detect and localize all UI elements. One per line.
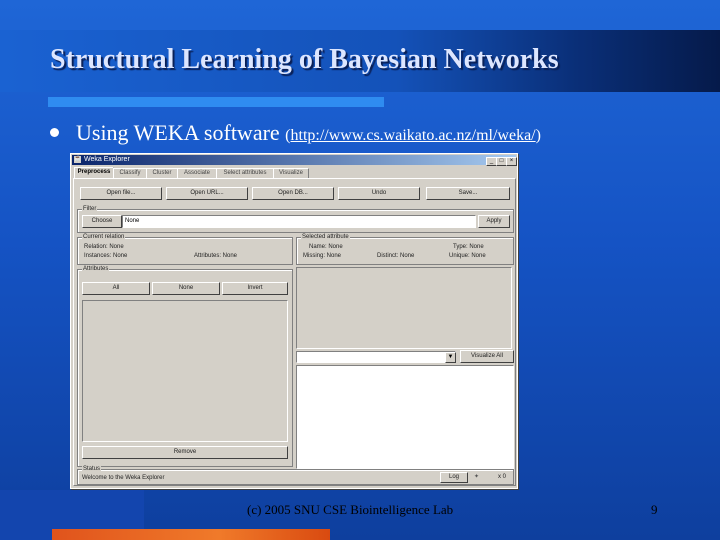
attributes-label: Attributes (82, 266, 110, 273)
open-file-button[interactable]: Open file... (80, 187, 162, 200)
histogram-area (296, 365, 514, 469)
tab-visualize[interactable]: Visualize (273, 168, 309, 178)
choose-button[interactable]: Choose (82, 215, 122, 228)
filter-label: Filter (82, 206, 98, 213)
log-button[interactable]: Log (440, 472, 468, 483)
attr-distinct-text: Distinct: None (377, 253, 415, 259)
attr-missing-text: Missing: None (303, 253, 342, 259)
bullet-dot (50, 128, 59, 137)
tab-preprocess[interactable]: Preprocess (74, 167, 114, 178)
weka-explorer-window: ☕ Weka Explorer _ □ × Preprocess Classif… (70, 153, 518, 489)
close-icon[interactable]: × (506, 157, 517, 166)
none-button[interactable]: None (152, 282, 220, 295)
instances-text: Instances: None (84, 253, 128, 259)
class-dropdown[interactable]: ▼ (296, 351, 456, 363)
attributes-count-text: Attributes: None (194, 253, 238, 259)
attr-name-text: Name: None (309, 244, 343, 250)
preprocess-panel: Open file... Open URL... Open DB... Undo… (73, 178, 516, 486)
footer-text: (c) 2005 SNU CSE Biointelligence Lab (247, 502, 454, 517)
chevron-down-icon[interactable]: ▼ (445, 352, 456, 363)
apply-button[interactable]: Apply (478, 215, 510, 228)
attribute-list[interactable] (82, 300, 288, 442)
bullet-line: Using WEKA software (http://www.cs.waika… (76, 120, 541, 146)
selected-attribute-group: Selected attribute Name: None Type: None… (296, 234, 514, 265)
open-url-button[interactable]: Open URL... (166, 187, 248, 200)
undo-button[interactable]: Undo (338, 187, 420, 200)
tab-cluster[interactable]: Cluster (146, 168, 178, 178)
attribute-stats-area (296, 267, 512, 349)
filter-group: Filter Choose None Apply (77, 206, 514, 233)
all-button[interactable]: All (82, 282, 150, 295)
tab-classify[interactable]: Classify (113, 168, 147, 178)
status-group: Status Welcome to the Weka Explorer Log … (77, 466, 514, 485)
tab-select-attributes[interactable]: Select attributes (216, 168, 274, 178)
save-button[interactable]: Save... (426, 187, 510, 200)
status-message: Welcome to the Weka Explorer (82, 475, 165, 481)
remove-button[interactable]: Remove (82, 446, 288, 459)
relation-text: Relation: None (84, 244, 124, 250)
page-number: 9 (651, 502, 658, 517)
footer-accent-bar (52, 529, 330, 540)
bird-icon: ✦ (474, 474, 480, 480)
tab-associate[interactable]: Associate (177, 168, 217, 178)
open-db-button[interactable]: Open DB... (252, 187, 334, 200)
java-icon: ☕ (74, 156, 82, 163)
current-relation-group: Current relation Relation: None Instance… (77, 234, 293, 265)
window-titlebar: ☕ Weka Explorer _ □ × (72, 155, 517, 166)
slide-title: Structural Learning of Bayesian Networks (50, 44, 559, 75)
status-count: x 0 (498, 474, 507, 480)
bullet-text: Using WEKA software (76, 120, 280, 145)
attributes-group: Attributes All None Invert Remove (77, 266, 293, 467)
attr-unique-text: Unique: None (449, 253, 486, 259)
title-underline (48, 97, 384, 107)
attr-type-text: Type: None (453, 244, 484, 250)
selected-attribute-label: Selected attribute (301, 234, 350, 241)
current-relation-label: Current relation (82, 234, 126, 241)
weka-link[interactable]: http://www.cs.waikato.ac.nz/ml/weka/ (291, 127, 536, 144)
visualize-all-button[interactable]: Visualize All (460, 350, 514, 363)
status-label: Status (82, 466, 102, 473)
filter-field[interactable]: None (122, 215, 476, 228)
link-close-paren: ) (535, 127, 541, 144)
window-title: Weka Explorer (84, 156, 130, 163)
invert-button[interactable]: Invert (222, 282, 288, 295)
